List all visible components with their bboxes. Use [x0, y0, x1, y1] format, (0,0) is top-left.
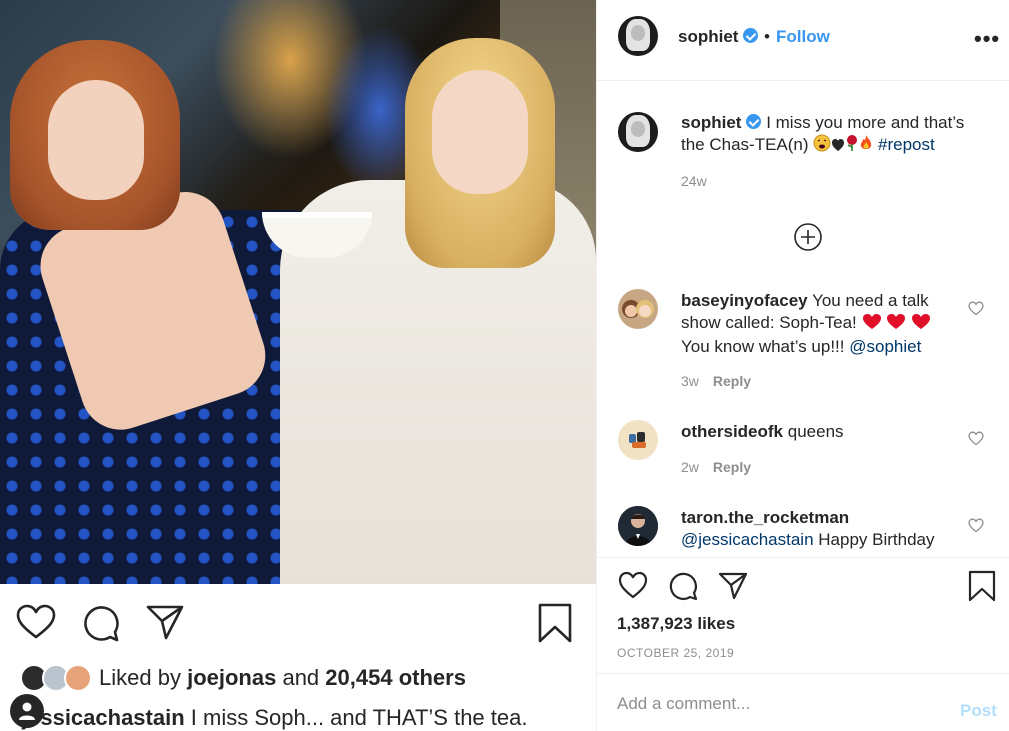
liked-by-others-link[interactable]: 20,454 others: [325, 665, 466, 690]
photo-right-face: [432, 70, 528, 194]
rose-icon: [845, 134, 859, 158]
more-options-icon[interactable]: •••: [974, 26, 1000, 52]
comment-like-heart-icon[interactable]: [968, 301, 984, 321]
liked-by-prefix: Liked by: [99, 665, 181, 690]
embed-caption-username[interactable]: jessicachastain: [22, 705, 185, 730]
comment-like-heart-icon[interactable]: [968, 518, 984, 538]
caption-username[interactable]: sophiet: [681, 113, 741, 132]
avatar[interactable]: [618, 112, 658, 152]
embed-caption: jessicachastain I miss Soph... and THAT’…: [22, 705, 527, 731]
avatar: [64, 664, 92, 692]
embed-share-icon[interactable]: [146, 604, 184, 640]
mention-link[interactable]: @sophiet: [849, 337, 921, 356]
comment-icon[interactable]: [668, 571, 698, 601]
comment-timestamp[interactable]: 2w: [681, 459, 699, 475]
post-comment-button[interactable]: Post: [960, 701, 997, 721]
weary-face-icon: [813, 134, 831, 158]
comments-list[interactable]: sophiet I miss you more and that’s the C…: [597, 82, 1009, 557]
add-comment-bar: Post: [596, 673, 1009, 731]
photo-left-face: [48, 80, 144, 200]
comment-meta: 3w Reply: [681, 373, 751, 389]
post-header: sophiet • Follow •••: [597, 0, 1009, 81]
follow-button[interactable]: Follow: [776, 27, 830, 47]
bookmark-icon[interactable]: [968, 570, 996, 602]
embed-heart-icon[interactable]: [16, 604, 56, 640]
header-separator-dot: •: [764, 27, 770, 46]
comment-username[interactable]: taron.the_rocketman: [681, 508, 849, 527]
liked-by-text: Liked by joejonas and 20,454 others: [99, 665, 466, 691]
comment-like-heart-icon[interactable]: [968, 431, 984, 451]
verified-badge-icon: [743, 28, 759, 43]
reply-button[interactable]: Reply: [713, 459, 751, 475]
comment: othersideofk queens: [681, 421, 951, 443]
comment-text: You know what’s up!!!: [681, 337, 845, 356]
embed-comment-icon[interactable]: [82, 604, 120, 642]
liked-by-user-link[interactable]: joejonas: [187, 665, 276, 690]
likes-count[interactable]: 1,387,923 likes: [617, 614, 735, 634]
post-date[interactable]: OCTOBER 25, 2019: [617, 646, 734, 660]
liked-by-avatars: [20, 664, 92, 692]
black-heart-icon: [831, 136, 845, 158]
add-comment-input[interactable]: [617, 692, 937, 716]
caption-timestamp[interactable]: 24w: [681, 173, 707, 189]
avatar[interactable]: [618, 420, 658, 460]
avatar[interactable]: [618, 506, 658, 546]
post-caption: sophiet I miss you more and that’s the C…: [681, 112, 981, 158]
header-username[interactable]: sophiet: [678, 27, 759, 47]
profile-chip-icon[interactable]: [10, 694, 44, 728]
red-heart-icon: [886, 313, 906, 336]
mention-link[interactable]: @jessicachastain: [681, 530, 814, 549]
share-icon[interactable]: [718, 572, 748, 600]
comment-meta: 2w Reply: [681, 459, 751, 475]
fire-icon: [859, 134, 873, 158]
comment-text: queens: [787, 422, 844, 441]
post-photo[interactable]: [0, 0, 596, 584]
comment: baseyinyofacey You need a talk show call…: [681, 290, 951, 358]
embed-caption-text: I miss Soph... and THAT’S the tea.: [190, 705, 528, 730]
load-more-comments-icon[interactable]: [793, 222, 823, 252]
embed-bookmark-icon[interactable]: [538, 603, 572, 643]
comment-text: Happy Birthday: [818, 530, 935, 549]
hashtag-link[interactable]: #repost: [878, 135, 935, 154]
avatar[interactable]: [618, 16, 658, 56]
comment-timestamp[interactable]: 3w: [681, 373, 699, 389]
comment: taron.the_rocketman @jessicachastain Hap…: [681, 507, 971, 551]
like-heart-icon[interactable]: [618, 571, 648, 599]
red-heart-icon: [911, 313, 931, 336]
verified-badge-icon: [746, 114, 762, 129]
red-heart-icon: [862, 313, 882, 336]
avatar[interactable]: [618, 289, 658, 329]
comment-username[interactable]: baseyinyofacey: [681, 291, 808, 310]
reply-button[interactable]: Reply: [713, 373, 751, 389]
comment-username[interactable]: othersideofk: [681, 422, 783, 441]
header-username-text[interactable]: sophiet: [678, 27, 738, 46]
liked-by-and: and: [282, 665, 320, 690]
